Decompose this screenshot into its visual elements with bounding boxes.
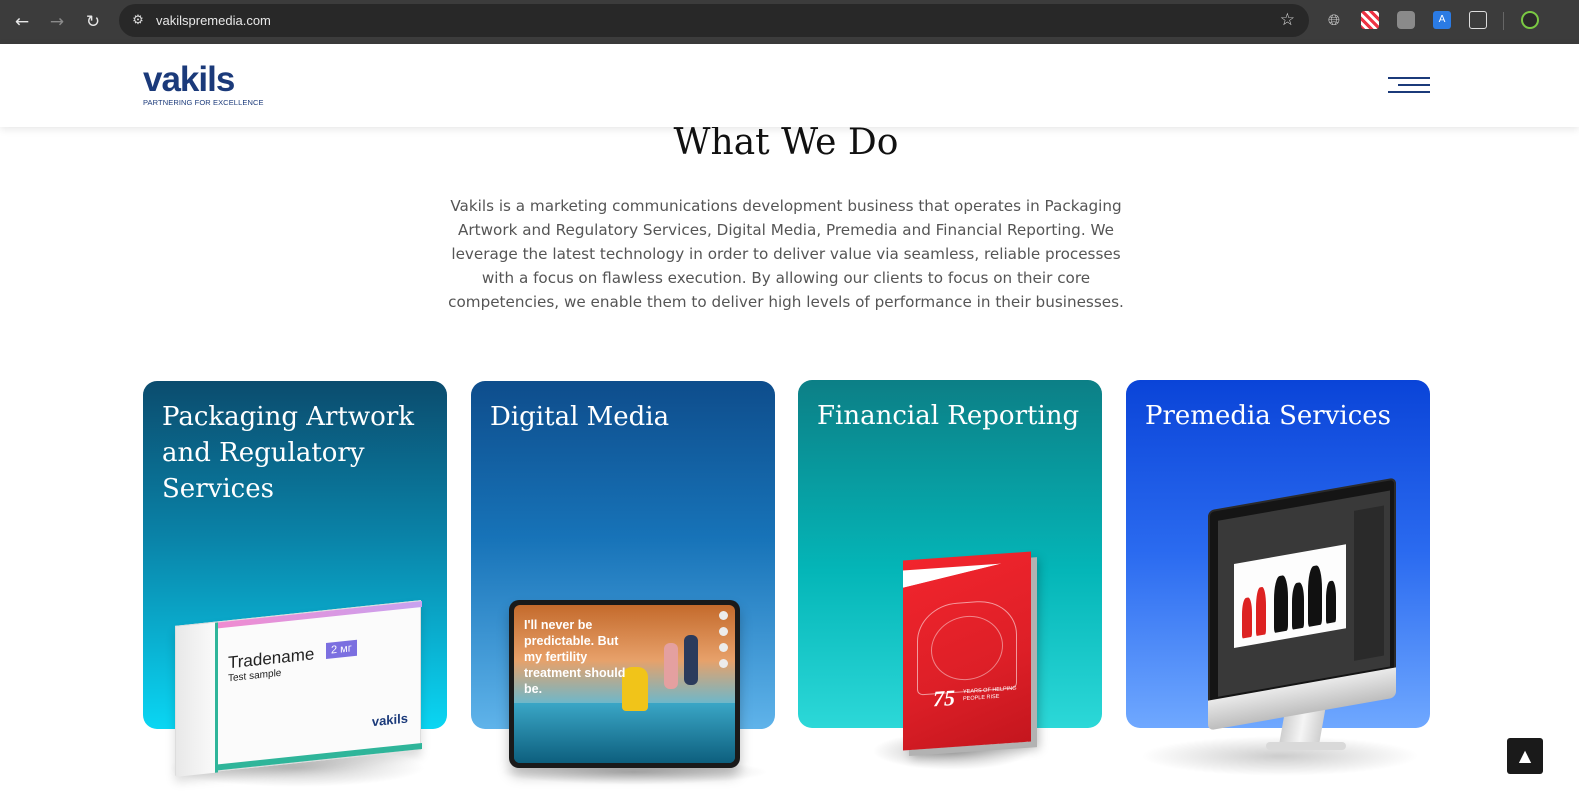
card-title: Premedia Services [1145,401,1391,431]
card-packaging[interactable]: Packaging Artwork and Regulatory Service… [143,381,447,787]
card-premedia[interactable]: Premedia Services [1126,380,1430,776]
packaging-box-image: Tradename 2 мг Test sample vakils [175,600,422,777]
grid-extension-icon[interactable] [1361,11,1379,29]
vakils-logo[interactable]: vakils PARTNERING FOR EXCELLENCE [143,60,264,107]
translate-extension-icon[interactable]: A [1433,11,1451,29]
card-financial-reporting[interactable]: Financial Reporting 75 YEARS OF HELPING … [798,380,1102,770]
card-title: Packaging Artwork and Regulatory Service… [162,402,415,504]
hamburger-menu-icon[interactable] [1388,74,1430,96]
browser-toolbar: ← → ↻ ⚙ vakilspremedia.com ☆ 🌐︎ A [0,0,1579,44]
reload-button[interactable]: ↻ [80,9,106,35]
toolbar-divider [1503,12,1504,30]
section-intro: Vakils is a marketing communications dev… [448,197,1124,311]
puzzle-icon[interactable] [1469,11,1487,29]
address-bar[interactable]: ⚙ vakilspremedia.com ☆ [119,4,1309,37]
site-info-icon[interactable]: ⚙ [128,11,148,31]
profile-avatar[interactable] [1521,11,1539,29]
logo-wordmark: vakils [143,60,235,99]
card-title: Digital Media [490,402,670,432]
video-extension-icon[interactable] [1397,11,1415,29]
chevron-up-icon: ▲ [1518,746,1532,765]
logo-tagline: PARTNERING FOR EXCELLENCE [143,98,264,107]
card-digital-media[interactable]: Digital Media I'll never be predictable.… [471,381,775,785]
site-header: vakils PARTNERING FOR EXCELLENCE [0,44,1579,127]
section-title: What We Do [673,122,899,163]
tablet-image: I'll never be predictable. But my fertil… [509,600,740,768]
scroll-to-top-button[interactable]: ▲ [1507,738,1543,774]
forward-button[interactable]: → [44,9,70,35]
back-button[interactable]: ← [9,9,35,35]
monitor-image [1208,477,1396,731]
card-title: Financial Reporting [817,401,1080,431]
url-text[interactable]: vakilspremedia.com [156,4,271,37]
globe-icon[interactable]: 🌐︎ [1325,11,1343,29]
bookmark-star-icon[interactable]: ☆ [1280,10,1295,30]
annual-report-image: 75 YEARS OF HELPING PEOPLE RISE [903,551,1031,751]
